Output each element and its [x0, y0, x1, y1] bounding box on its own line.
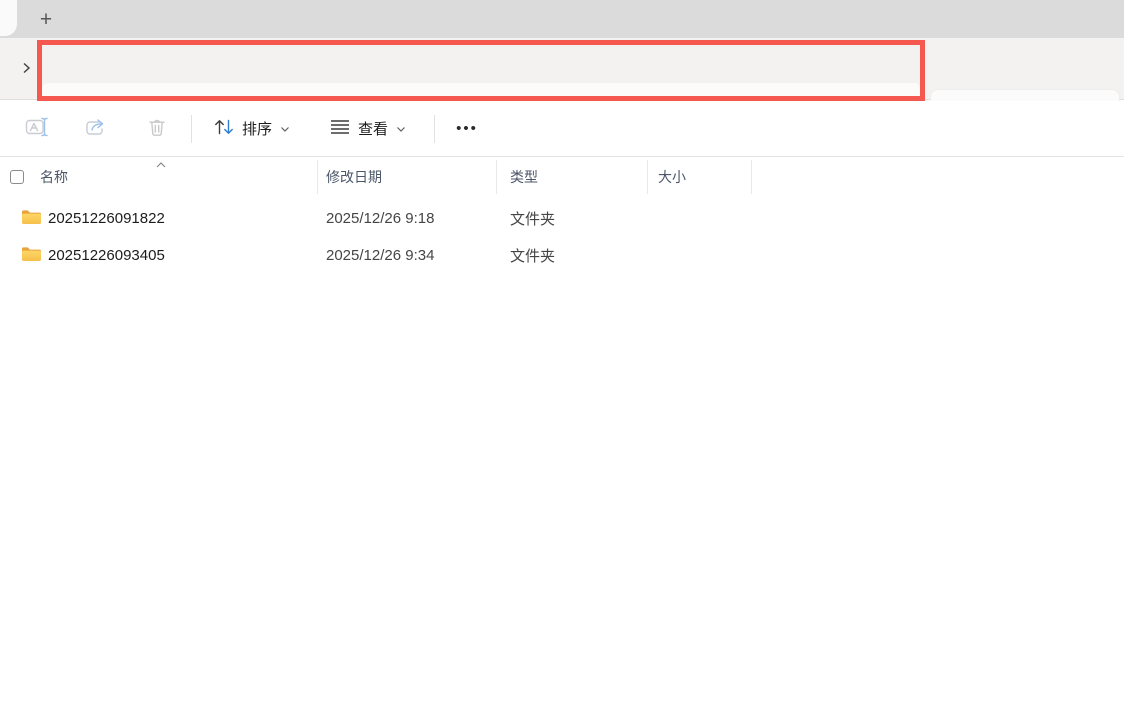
folder-icon — [21, 246, 41, 266]
sort-label: 排序 — [242, 118, 272, 139]
tab-bar: + — [0, 0, 1124, 38]
table-row[interactable]: 20251226091822 2025/12/26 9:18 文件夹 — [0, 200, 1124, 237]
folder-icon — [21, 209, 41, 229]
column-header-label: 大小 — [658, 167, 686, 187]
sort-button[interactable]: 排序 — [206, 109, 298, 149]
file-list: 20251226091822 2025/12/26 9:18 文件夹 20251… — [0, 200, 1124, 274]
trash-icon — [147, 117, 167, 140]
toolbar: 排序 查看 ••• — [0, 101, 1124, 157]
column-header-type[interactable]: 类型 — [497, 160, 648, 194]
ellipsis-icon: ••• — [456, 120, 478, 137]
column-header-name[interactable]: 名称 — [0, 160, 318, 194]
chevron-down-icon — [396, 121, 406, 136]
column-header-modified[interactable]: 修改日期 — [318, 160, 497, 194]
sort-ascending-icon — [155, 156, 167, 172]
delete-button[interactable] — [137, 109, 177, 149]
rename-icon — [25, 117, 49, 140]
file-type: 文件夹 — [497, 245, 648, 266]
column-header-label: 类型 — [510, 167, 538, 187]
toolbar-divider — [191, 115, 192, 143]
chevron-down-icon — [280, 121, 290, 136]
file-type: 文件夹 — [497, 208, 648, 229]
new-tab-button[interactable]: + — [33, 8, 59, 32]
file-name: 20251226093405 — [48, 247, 165, 264]
file-name: 20251226091822 — [48, 210, 165, 227]
view-label: 查看 — [358, 118, 388, 139]
share-button[interactable] — [77, 109, 117, 149]
column-header-row: 名称 修改日期 类型 大小 — [0, 158, 1124, 196]
toolbar-divider — [434, 115, 435, 143]
rename-button[interactable] — [17, 109, 57, 149]
view-lines-icon — [330, 119, 350, 138]
address-row: 此电脑 本地磁盘 (C:) 用户 user KazoVision ULTRASC… — [0, 38, 1124, 100]
share-icon — [85, 117, 109, 140]
column-header-label: 名称 — [40, 167, 68, 187]
sort-arrows-icon — [214, 118, 234, 139]
column-header-spacer — [752, 160, 1124, 194]
file-modified: 2025/12/26 9:34 — [318, 247, 497, 264]
file-modified: 2025/12/26 9:18 — [318, 210, 497, 227]
more-options-button[interactable]: ••• — [447, 109, 487, 149]
active-tab-stub[interactable] — [0, 0, 17, 36]
file-list-empty-area — [0, 274, 1124, 724]
table-row[interactable]: 20251226093405 2025/12/26 9:34 文件夹 — [0, 237, 1124, 274]
column-header-label: 修改日期 — [326, 167, 382, 187]
column-header-size[interactable]: 大小 — [648, 160, 752, 194]
chevron-right-icon — [21, 61, 32, 78]
nav-forward-button[interactable] — [14, 56, 38, 82]
view-button[interactable]: 查看 — [322, 109, 414, 149]
select-all-checkbox[interactable] — [10, 170, 24, 184]
